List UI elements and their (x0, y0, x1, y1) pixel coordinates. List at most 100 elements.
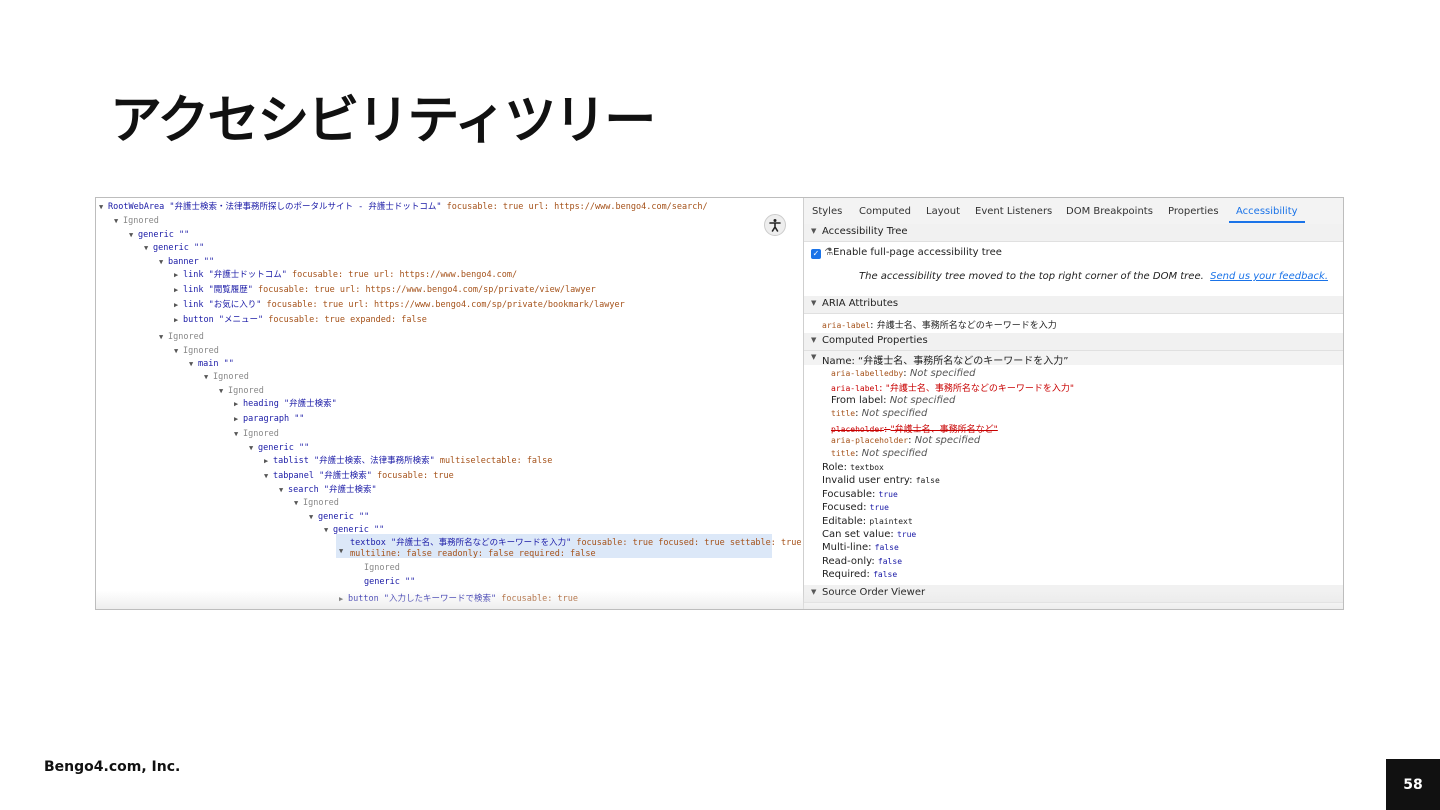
expanded-triangle-icon: ▼ (159, 258, 164, 266)
expanded-triangle-icon: ▼ (811, 227, 817, 235)
accessibility-person-icon (769, 219, 781, 232)
expanded-triangle-icon: ▼ (99, 203, 104, 211)
tree-node[interactable]: ▼ generic "" (144, 241, 204, 255)
tree-node[interactable]: ▼ search "弁護士検索" (279, 483, 377, 497)
expanded-triangle-icon: ▼ (144, 244, 149, 252)
computed-name-row[interactable]: ▼ Name: “弁護士名、事務所名などのキーワードを入力” (804, 351, 1343, 367)
expanded-triangle-icon: ▼ (264, 472, 269, 480)
expanded-triangle-icon: ▼ (294, 499, 299, 507)
expanded-triangle-icon: ▼ (204, 373, 209, 381)
prop-role: Role: textbox (822, 462, 884, 473)
tree-node[interactable]: ▼ main "" (189, 357, 234, 371)
prop-required: Required: false (822, 569, 898, 580)
tree-node[interactable]: ▶ button "メニュー" focusable: true expanded:… (174, 313, 427, 327)
expanded-triangle-icon: ▼ (234, 430, 239, 438)
collapsed-triangle-icon: ▶ (264, 457, 269, 465)
name-source-placeholder: placeholder: "弁護士名、事務所名など" (831, 424, 998, 435)
tree-node[interactable]: ▼ tabpanel "弁護士検索" focusable: true (264, 469, 454, 483)
tree-node[interactable]: ▼ Ignored (174, 344, 219, 358)
tab-accessibility[interactable]: Accessibility (1236, 206, 1298, 217)
prop-invalid-user-entry: Invalid user entry: false (822, 475, 940, 486)
tree-node[interactable]: ▶ paragraph "" (234, 412, 304, 426)
tree-node[interactable]: ▼ Ignored (204, 370, 249, 384)
expanded-triangle-icon: ▼ (811, 588, 817, 596)
collapsed-triangle-icon: ▶ (174, 316, 179, 324)
tree-node[interactable]: ▼ banner "" (159, 255, 214, 269)
tree-node[interactable]: ▼ Ignored (159, 330, 204, 344)
expanded-triangle-icon: ▼ (339, 547, 344, 555)
tree-node-textbox-props: multiline: false readonly: false require… (350, 549, 596, 559)
tree-node[interactable]: ▼ Ignored (234, 427, 279, 441)
tree-node-root[interactable]: ▼ RootWebArea "弁護士検索・法律事務所探しのポータルサイト - 弁護… (99, 200, 708, 214)
tree-node[interactable]: ▶ button "入力したキーワードで検索" focusable: true (339, 592, 578, 606)
tree-node[interactable]: ▼ generic "" (309, 510, 369, 524)
section-accessibility-tree[interactable]: ▼ Accessibility Tree (804, 224, 1343, 242)
aria-label-row: aria-label: 弁護士名、事務所名などのキーワードを入力 (822, 320, 1057, 331)
footer-company-name: Bengo4.com, Inc. (44, 759, 181, 775)
expanded-triangle-icon: ▼ (811, 336, 817, 344)
expanded-triangle-icon: ▼ (114, 217, 119, 225)
tree-node[interactable]: ▼ generic "" (249, 441, 309, 455)
name-source-aria-placeholder: aria-placeholder: Not specified (831, 435, 981, 446)
tree-node[interactable]: ▶ link "閲覧履歴" focusable: true url: https:… (174, 283, 596, 297)
flask-icon: ⚗ (824, 247, 834, 258)
tree-node[interactable]: ▶ heading "弁護士検索" (234, 397, 337, 411)
prop-focusable: Focusable: true (822, 489, 898, 500)
expanded-triangle-icon: ▼ (324, 526, 329, 534)
name-source-title-2: title: Not specified (831, 448, 928, 459)
name-source-from-label: From label: Not specified (831, 395, 956, 406)
tree-node[interactable]: ▼ generic "" (324, 523, 384, 537)
tree-node[interactable]: Ignored (364, 561, 400, 575)
accessibility-side-pane: Styles Computed Layout Event Listeners D… (803, 198, 1343, 609)
tree-node[interactable]: ▼ generic "" (129, 228, 189, 242)
devtools-tab-bar: Styles Computed Layout Event Listeners D… (804, 198, 1343, 225)
page-number: 58 (1386, 759, 1440, 810)
tab-computed[interactable]: Computed (859, 206, 911, 217)
expanded-triangle-icon: ▼ (219, 387, 224, 395)
tree-node[interactable]: ▼ Ignored (294, 496, 339, 510)
prop-can-set-value: Can set value: true (822, 529, 917, 540)
tab-dom-breakpoints[interactable]: DOM Breakpoints (1066, 206, 1153, 217)
name-source-aria-labelledby: aria-labelledby: Not specified (831, 368, 976, 379)
tab-styles[interactable]: Styles (812, 206, 842, 217)
tree-node[interactable]: ▶ tablist "弁護士検索、法律事務所検索" multiselectable… (264, 454, 552, 468)
expanded-triangle-icon: ▼ (129, 231, 134, 239)
section-source-order-viewer[interactable]: ▼ Source Order Viewer (804, 585, 1343, 603)
section-computed-properties[interactable]: ▼ Computed Properties (804, 333, 1343, 351)
expanded-triangle-icon: ▼ (189, 360, 194, 368)
expanded-triangle-icon: ▼ (174, 347, 179, 355)
enable-full-page-tree-row[interactable]: ✓ ⚗Enable full-page accessibility tree (811, 247, 1002, 259)
expanded-triangle-icon: ▼ (159, 333, 164, 341)
collapsed-triangle-icon: ▶ (234, 400, 239, 408)
expanded-triangle-icon: ▼ (279, 486, 284, 494)
tree-node[interactable]: ▶ link "弁護士ドットコム" focusable: true url: ht… (174, 268, 517, 282)
name-source-aria-label: aria-label: "弁護士名、事務所名などのキーワードを入力" (831, 383, 1075, 394)
section-aria-attributes[interactable]: ▼ ARIA Attributes (804, 296, 1343, 314)
expanded-triangle-icon: ▼ (249, 444, 254, 452)
feedback-link[interactable]: Send us your feedback. (1210, 271, 1328, 282)
tree-node[interactable]: ▶ link "お気に入り" focusable: true url: https… (174, 298, 625, 312)
tab-layout[interactable]: Layout (926, 206, 960, 217)
collapsed-triangle-icon: ▶ (234, 415, 239, 423)
tree-node[interactable]: ▼ Ignored (219, 384, 264, 398)
collapsed-triangle-icon: ▶ (339, 595, 344, 603)
collapsed-triangle-icon: ▶ (174, 271, 179, 279)
prop-read-only: Read-only: false (822, 556, 903, 567)
tree-node[interactable]: ▼ Ignored (114, 214, 159, 228)
accessibility-tree-pane: ▼ RootWebArea "弁護士検索・法律事務所探しのポータルサイト - 弁護… (96, 198, 803, 609)
prop-editable: Editable: plaintext (822, 516, 913, 527)
expanded-triangle-icon: ▼ (811, 299, 817, 307)
expanded-triangle-icon: ▼ (811, 353, 817, 361)
collapsed-triangle-icon: ▶ (174, 301, 179, 309)
collapsed-triangle-icon: ▶ (174, 286, 179, 294)
checkbox-checked[interactable]: ✓ (811, 249, 821, 259)
tab-event-listeners[interactable]: Event Listeners (975, 206, 1052, 217)
tree-node[interactable]: generic "" (364, 575, 415, 589)
slide-title: アクセシビリティツリー (110, 91, 656, 151)
devtools-panel: ▼ RootWebArea "弁護士検索・法律事務所探しのポータルサイト - 弁護… (95, 197, 1344, 610)
prop-focused: Focused: true (822, 502, 889, 513)
prop-multi-line: Multi-line: false (822, 542, 899, 553)
tab-properties[interactable]: Properties (1168, 206, 1219, 217)
accessibility-toggle-button[interactable] (764, 214, 786, 236)
expanded-triangle-icon: ▼ (309, 513, 314, 521)
